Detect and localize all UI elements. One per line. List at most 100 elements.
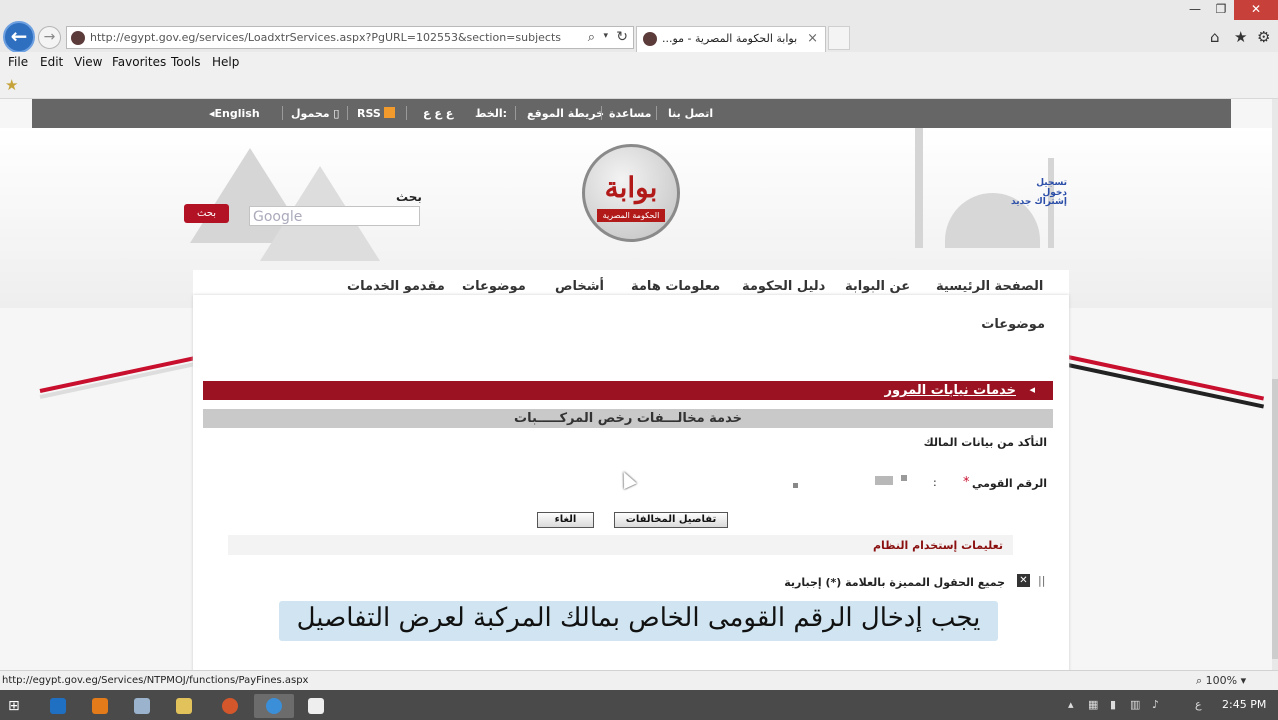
- flag-stripe-decoration: [1067, 355, 1265, 401]
- site-favicon-icon: [71, 31, 85, 45]
- favorites-star-icon[interactable]: ★: [1234, 28, 1247, 46]
- menu-tools[interactable]: Tools: [171, 55, 201, 69]
- refresh-icon[interactable]: ↻: [616, 29, 628, 45]
- separator: [515, 106, 516, 120]
- firefox-icon: [222, 698, 238, 714]
- scrollbar-thumb[interactable]: [1272, 379, 1278, 659]
- settings-gear-icon[interactable]: ⚙: [1257, 28, 1270, 46]
- tray-arrow-icon[interactable]: ▴: [1068, 698, 1074, 711]
- rss-link[interactable]: RSS: [357, 107, 395, 120]
- logo-subtext: الحكومة المصرية: [597, 209, 665, 222]
- minaret-background: [915, 128, 923, 248]
- status-url: http://egypt.gov.eg/Services/NTPMOJ/func…: [2, 675, 309, 686]
- search-placeholder: Google: [253, 209, 303, 225]
- section-header: خدمات نيابات المرور ◂: [203, 381, 1053, 400]
- menu-favorites[interactable]: Favorites: [112, 55, 166, 69]
- start-windows-icon[interactable]: ⊞: [8, 698, 20, 714]
- english-link[interactable]: ◂English: [209, 107, 260, 120]
- sitemap-link[interactable]: خريطة الموقع: [527, 107, 604, 120]
- outlook-icon: [50, 698, 66, 714]
- top-utility-bar: ◂English محمول ▯ RSS ع ع ع الخط: خريطة ا…: [32, 99, 1231, 128]
- close-box-icon[interactable]: ✕: [1017, 574, 1030, 587]
- zoom-level[interactable]: ⌕ 100% ▾: [1196, 674, 1246, 688]
- bullet-icon: ◂: [1029, 383, 1035, 396]
- minimize-button[interactable]: —: [1182, 0, 1208, 20]
- required-fields-note: جميع الحقول المميزة بالعلامة (*) إجبارية: [784, 576, 1005, 589]
- nav-important-info[interactable]: معلومات هامة: [631, 279, 720, 294]
- violation-details-button[interactable]: تفاصيل المخالفات: [614, 512, 728, 528]
- tab-close-icon[interactable]: ×: [807, 31, 818, 46]
- flag-stripe-decoration: [1067, 363, 1265, 409]
- signup-link[interactable]: إشتراك جديد: [1010, 197, 1067, 207]
- nav-home[interactable]: الصفحة الرئيسية: [936, 279, 1043, 294]
- separator: [601, 106, 602, 120]
- redacted-value: [901, 475, 907, 481]
- taskbar-ie[interactable]: [254, 694, 294, 718]
- field-colon: :: [933, 476, 937, 489]
- tray-signal-icon[interactable]: ▥: [1130, 698, 1140, 711]
- instructions-link[interactable]: تعليمات إستخدام النظام: [873, 539, 1003, 552]
- service-header: خدمة مخالـــفات رخص المركـــــبات: [203, 409, 1053, 428]
- flag-stripe-decoration: [39, 361, 197, 399]
- clock[interactable]: 2:45 PM: [1222, 698, 1266, 711]
- address-url[interactable]: http://egypt.gov.eg/services/LoadxtrServ…: [90, 31, 561, 44]
- separator: [282, 106, 283, 120]
- menu-file[interactable]: File: [8, 55, 28, 69]
- contact-link[interactable]: اتصل بنا: [668, 107, 713, 120]
- redacted-value: [875, 476, 893, 485]
- add-favorite-icon[interactable]: ★: [5, 76, 18, 94]
- new-tab-button[interactable]: [828, 26, 850, 50]
- browser-tab[interactable]: بوابة الحكومة المصرية - مو... ×: [636, 26, 826, 52]
- dropdown-icon[interactable]: ▾: [603, 31, 608, 41]
- required-star: *: [963, 475, 970, 490]
- taskbar-media[interactable]: [80, 694, 120, 718]
- input-language[interactable]: ع: [1195, 698, 1202, 711]
- tray-battery-icon[interactable]: ▮: [1110, 698, 1116, 711]
- close-window-button[interactable]: ✕: [1234, 0, 1278, 20]
- status-bar: http://egypt.gov.eg/Services/NTPMOJ/func…: [0, 670, 1278, 690]
- taskbar-firefox[interactable]: [210, 694, 250, 718]
- menu-edit[interactable]: Edit: [40, 55, 63, 69]
- back-button[interactable]: ←: [3, 21, 35, 53]
- favorites-bar: ★: [0, 72, 1278, 99]
- title-bar: ← → http://egypt.gov.eg/services/Loadxtr…: [0, 0, 1278, 53]
- portal-logo[interactable]: بوابة الحكومة المصرية: [582, 144, 680, 242]
- taskbar-files[interactable]: [122, 694, 162, 718]
- font-label: الخط:: [475, 107, 508, 120]
- zoom-value: 100%: [1205, 674, 1238, 687]
- instructions-bar[interactable]: تعليمات إستخدام النظام: [228, 535, 1013, 555]
- login-link[interactable]: تسجيل دخول: [1010, 178, 1067, 198]
- nav-about[interactable]: عن البوابة: [845, 279, 910, 294]
- taskbar-explorer[interactable]: [164, 694, 204, 718]
- internet-explorer-icon: [266, 698, 282, 714]
- help-link[interactable]: مساعدة: [609, 107, 652, 120]
- search-input[interactable]: Google: [249, 206, 420, 226]
- national-id-field[interactable]: [783, 474, 923, 490]
- menu-help[interactable]: Help: [212, 55, 239, 69]
- search-button[interactable]: بحث: [184, 204, 229, 223]
- nav-government-guide[interactable]: دليل الحكومة: [742, 279, 825, 294]
- logo-text: بوابة: [604, 171, 658, 204]
- menu-view[interactable]: View: [74, 55, 102, 69]
- nav-people[interactable]: أشخاص: [555, 279, 604, 294]
- address-bar[interactable]: http://egypt.gov.eg/services/LoadxtrServ…: [66, 26, 634, 49]
- home-icon[interactable]: ⌂: [1210, 28, 1220, 46]
- nav-topics[interactable]: موضوعات: [462, 279, 526, 294]
- tray-network-icon[interactable]: ▦: [1088, 698, 1098, 711]
- tray-volume-icon[interactable]: ♪: [1152, 698, 1159, 711]
- tab-title[interactable]: بوابة الحكومة المصرية - مو...: [662, 32, 802, 45]
- taskbar-cmd[interactable]: [296, 694, 336, 718]
- site-header: بوابة الحكومة المصرية بحث Google بحث تسج…: [0, 128, 1272, 308]
- search-icon[interactable]: ⌕: [588, 30, 595, 45]
- font-size-controls[interactable]: ع ع ع: [423, 107, 453, 120]
- service-title: خدمة مخالـــفات رخص المركـــــبات: [514, 411, 742, 426]
- nav-service-providers[interactable]: مقدمو الخدمات: [347, 279, 445, 294]
- forward-button[interactable]: →: [38, 26, 61, 49]
- mobile-link[interactable]: محمول ▯: [291, 107, 339, 120]
- vertical-scrollbar[interactable]: [1272, 99, 1278, 670]
- section-link[interactable]: خدمات نيابات المرور: [884, 383, 1016, 398]
- flag-stripe-decoration: [39, 355, 197, 393]
- cancel-button[interactable]: الغاء: [537, 512, 594, 528]
- taskbar-outlook[interactable]: [38, 694, 78, 718]
- maximize-button[interactable]: ❐: [1208, 0, 1234, 20]
